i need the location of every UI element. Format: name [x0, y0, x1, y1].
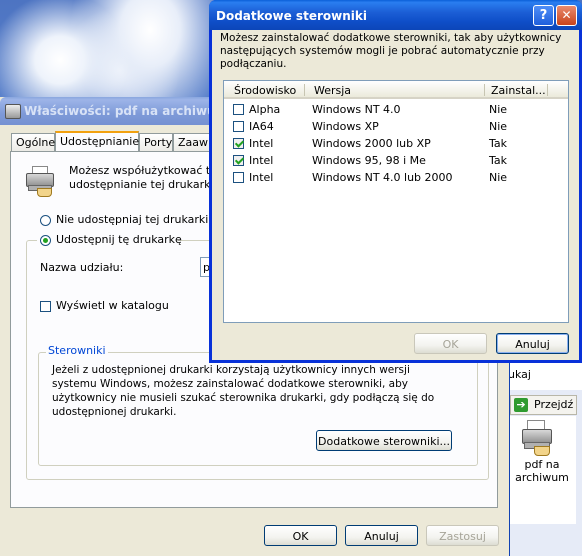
- shared-printer-icon: [520, 420, 552, 456]
- tab-ports-label: Porty: [144, 136, 173, 149]
- tab-general-label: Ogólne: [16, 136, 56, 149]
- drivers-group-text: Jeżeli z udostępnionej drukarki korzysta…: [52, 364, 435, 418]
- additional-drivers-button-label: Dodatkowe sterowniki...: [318, 435, 450, 448]
- list-in-directory-checkbox[interactable]: [40, 301, 51, 312]
- dialog-cancel-button[interactable]: Anuluj: [496, 333, 569, 354]
- row-installed: Nie: [489, 171, 508, 184]
- drivers-group-title: Sterowniki: [46, 344, 108, 357]
- close-button[interactable]: ✕: [556, 5, 577, 26]
- dialog-ok-label: OK: [442, 338, 459, 351]
- drivers-rows: Alpha Windows NT 4.0 Nie IA64 Windows XP Nie I…: [224, 101, 568, 321]
- row-environment: IA64: [249, 120, 274, 133]
- row-installed: Nie: [489, 103, 508, 116]
- table-row[interactable]: Intel Windows NT 4.0 lub 2000 Nie: [224, 169, 564, 186]
- tab-advanced-label: Zaaw: [178, 136, 209, 149]
- properties-apply-button[interactable]: Zastosuj: [426, 525, 499, 546]
- row-environment: Intel: [249, 154, 274, 167]
- properties-apply-label: Zastosuj: [439, 530, 486, 543]
- go-button[interactable]: ➔ Przejdź: [510, 395, 577, 415]
- dialog-description: Możesz zainstalować dodatkowe sterowniki…: [220, 32, 562, 70]
- sharing-printer-icon: [25, 166, 57, 197]
- row-version: Windows XP: [312, 120, 379, 133]
- column-installed[interactable]: Zainstal...: [491, 84, 546, 97]
- radio-share[interactable]: [40, 235, 51, 246]
- tab-sharing[interactable]: Udostępnianie: [55, 131, 139, 152]
- tab-general[interactable]: Ogólne: [11, 133, 55, 151]
- radio-share-label: Udostępnij tę drukarkę: [56, 233, 182, 246]
- table-row[interactable]: Alpha Windows NT 4.0 Nie: [224, 101, 564, 118]
- properties-title: Właściwości: pdf na archiwum: [24, 104, 229, 118]
- additional-drivers-button[interactable]: Dodatkowe sterowniki...: [316, 430, 452, 451]
- printer-item-label: pdf na archiwum: [515, 458, 569, 484]
- column-divider-3: [547, 84, 548, 96]
- table-row[interactable]: IA64 Windows XP Nie: [224, 118, 564, 135]
- tab-sharing-label: Udostępnianie: [60, 135, 140, 148]
- dialog-cancel-label: Anuluj: [515, 338, 550, 351]
- dialog-body: Możesz zainstalować dodatkowe sterowniki…: [212, 30, 579, 360]
- side-partial-text: ukaj: [508, 368, 531, 381]
- row-checkbox[interactable]: [233, 155, 244, 166]
- radio-not-share[interactable]: [40, 215, 51, 226]
- properties-cancel-label: Anuluj: [364, 530, 399, 543]
- drivers-list[interactable]: Środowisko Wersja Zainstal... Alpha Windo…: [223, 80, 569, 323]
- go-button-label: Przejdź: [534, 398, 574, 411]
- row-installed: Tak: [489, 154, 508, 167]
- row-checkbox[interactable]: [233, 138, 244, 149]
- radio-not-share-label: Nie udostępniaj tej drukarki: [56, 213, 209, 226]
- column-environment[interactable]: Środowisko: [234, 84, 296, 97]
- list-in-directory-label: Wyświetl w katalogu: [56, 299, 169, 312]
- row-checkbox[interactable]: [233, 121, 244, 132]
- dialog-titlebar[interactable]: Dodatkowe sterowniki ? ✕: [209, 0, 582, 30]
- table-row[interactable]: Intel Windows 2000 lub XP Tak: [224, 135, 564, 152]
- column-divider-2: [484, 84, 485, 96]
- list-header: Środowisko Wersja Zainstal...: [224, 81, 568, 99]
- column-version[interactable]: Wersja: [314, 84, 351, 97]
- sharing-description: Możesz współużytkować tej d udostępniani…: [69, 164, 219, 191]
- column-divider-1: [304, 84, 305, 96]
- printer-item[interactable]: pdf na archiwum: [508, 416, 576, 524]
- row-installed: Tak: [489, 137, 508, 150]
- dialog-title: Dodatkowe sterowniki: [216, 9, 367, 23]
- tab-ports[interactable]: Porty: [139, 133, 173, 151]
- properties-ok-label: OK: [292, 530, 309, 543]
- additional-drivers-dialog: Dodatkowe sterowniki ? ✕ Możesz zainstal…: [209, 0, 582, 363]
- row-environment: Intel: [249, 137, 274, 150]
- row-checkbox[interactable]: [233, 172, 244, 183]
- row-version: Windows 2000 lub XP: [312, 137, 431, 150]
- help-icon: ?: [539, 8, 548, 23]
- printer-small-icon: [5, 104, 21, 119]
- table-row[interactable]: Intel Windows 95, 98 i Me Tak: [224, 152, 564, 169]
- close-icon: ✕: [561, 8, 572, 22]
- row-version: Windows 95, 98 i Me: [312, 154, 426, 167]
- row-version: Windows NT 4.0 lub 2000: [312, 171, 453, 184]
- row-environment: Intel: [249, 171, 274, 184]
- green-arrow-icon: ➔: [514, 398, 528, 412]
- explorer-side-panel: ukaj ➔ Przejdź pdf na archiwum: [505, 350, 582, 556]
- dialog-ok-button[interactable]: OK: [414, 333, 487, 354]
- properties-cancel-button[interactable]: Anuluj: [345, 525, 418, 546]
- tab-advanced[interactable]: Zaaw: [173, 133, 213, 151]
- row-installed: Nie: [489, 120, 508, 133]
- row-version: Windows NT 4.0: [312, 103, 401, 116]
- row-checkbox[interactable]: [233, 104, 244, 115]
- properties-ok-button[interactable]: OK: [264, 525, 337, 546]
- row-environment: Alpha: [249, 103, 281, 116]
- share-name-label: Nazwa udziału:: [40, 261, 124, 274]
- help-button[interactable]: ?: [533, 5, 554, 26]
